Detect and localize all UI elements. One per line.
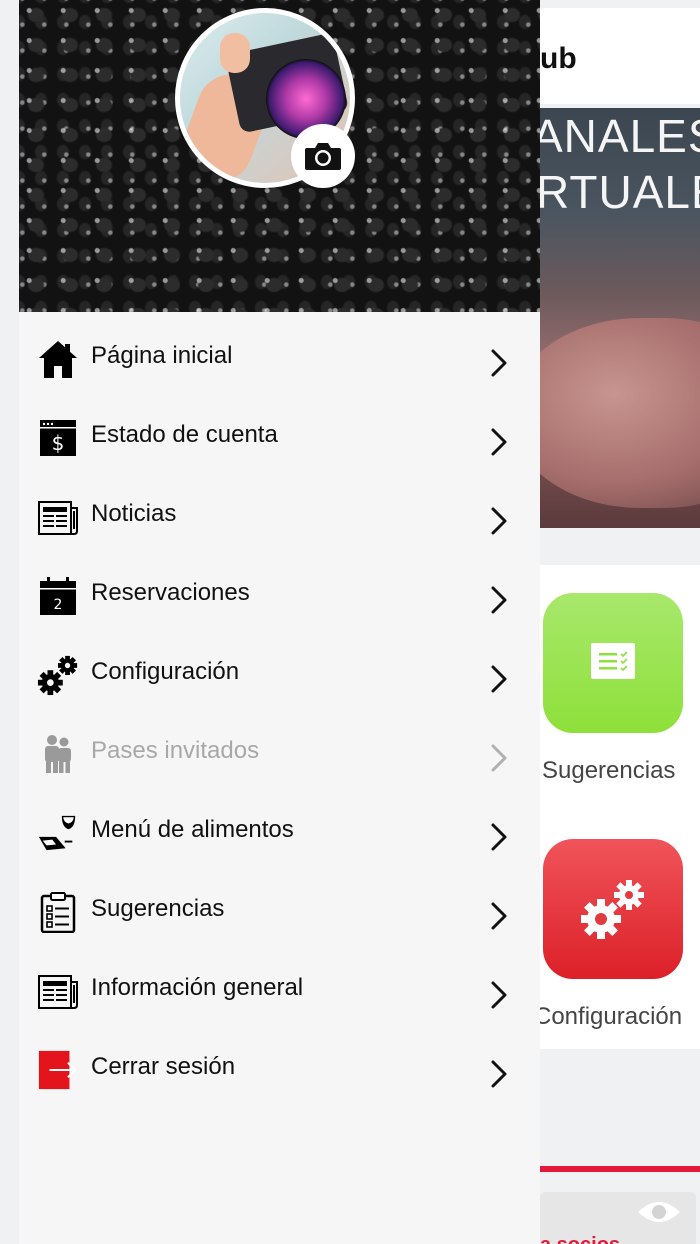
menu-label: Sugerencias xyxy=(91,895,225,922)
sugerencias-tile-label: Sugerencias xyxy=(542,757,676,784)
gears-icon xyxy=(37,654,79,696)
chevron-right-icon xyxy=(491,902,507,930)
menu-item-informacion-general[interactable]: Información general xyxy=(19,950,540,1029)
menu-item-configuracion[interactable]: Configuración xyxy=(19,634,540,713)
chevron-right-icon xyxy=(491,349,507,377)
menu-label: Información general xyxy=(91,974,304,1001)
menu-label: Página inicial xyxy=(91,342,233,369)
app-header: ub xyxy=(540,8,700,104)
svg-text:$: $ xyxy=(52,431,65,455)
calendar-icon: 2 xyxy=(37,575,79,617)
menu-label: Cerrar sesión xyxy=(91,1053,236,1080)
menu-label: Estado de cuenta xyxy=(91,421,278,448)
notice-text: a socios xyxy=(540,1234,620,1244)
account-statement-icon: $ xyxy=(37,417,79,459)
menu-item-sugerencias[interactable]: Sugerencias xyxy=(19,871,540,950)
food-menu-icon xyxy=(37,812,79,854)
drawer-header xyxy=(19,0,540,312)
accent-divider xyxy=(540,1166,700,1172)
shortcut-grid: Sugerencias Configuración xyxy=(534,565,700,1049)
menu-label: Configuración xyxy=(91,658,240,685)
avatar-photo-finger xyxy=(220,33,250,73)
menu-label: Noticias xyxy=(91,500,177,527)
menu-label: Menú de alimentos xyxy=(91,816,294,843)
notice-card[interactable]: a socios xyxy=(540,1192,696,1244)
logout-icon xyxy=(37,1049,79,1091)
chevron-right-icon xyxy=(491,586,507,614)
menu-item-reservaciones[interactable]: 2 Reservaciones xyxy=(19,555,540,634)
newspaper-icon xyxy=(37,496,79,538)
chevron-right-icon xyxy=(491,428,507,456)
banner-line-2: RTUALE xyxy=(540,166,700,218)
configuracion-tile-label: Configuración xyxy=(534,1003,683,1030)
drawer-menu: Página inicial $ Estado de cuenta Notici… xyxy=(19,318,540,1108)
change-photo-button[interactable] xyxy=(291,124,355,188)
chevron-right-icon xyxy=(491,744,507,772)
menu-item-cerrar-sesion[interactable]: Cerrar sesión xyxy=(19,1029,540,1108)
navigation-drawer: Página inicial $ Estado de cuenta Notici… xyxy=(19,0,540,1244)
menu-label: Reservaciones xyxy=(91,579,250,606)
chevron-right-icon xyxy=(491,1060,507,1088)
chevron-right-icon xyxy=(491,507,507,535)
chevron-right-icon xyxy=(491,823,507,851)
eye-icon xyxy=(638,1202,680,1222)
chevron-right-icon xyxy=(491,981,507,1009)
chevron-right-icon xyxy=(491,665,507,693)
banner-text: ANALES RTUALE xyxy=(540,108,700,220)
menu-item-menu-de-alimentos[interactable]: Menú de alimentos xyxy=(19,792,540,871)
menu-item-noticias[interactable]: Noticias xyxy=(19,476,540,555)
guests-icon xyxy=(37,733,79,775)
menu-label: Pases invitados xyxy=(91,737,260,764)
gears-icon xyxy=(581,880,644,939)
home-icon xyxy=(37,338,79,380)
banner-image-hand xyxy=(540,318,700,508)
camera-icon xyxy=(305,143,341,170)
checklist-icon xyxy=(591,643,635,679)
clipboard-icon xyxy=(37,891,79,933)
menu-item-estado-de-cuenta[interactable]: $ Estado de cuenta xyxy=(19,397,540,476)
calendar-day: 2 xyxy=(54,597,63,613)
newspaper-icon xyxy=(37,970,79,1012)
menu-item-pases-invitados[interactable]: Pases invitados xyxy=(19,713,540,792)
promo-banner[interactable]: ANALES RTUALE xyxy=(540,108,700,528)
sugerencias-tile[interactable] xyxy=(543,593,683,733)
banner-line-1: ANALES xyxy=(540,110,700,162)
app-title: ub xyxy=(540,42,577,75)
menu-item-pagina-inicial[interactable]: Página inicial xyxy=(19,318,540,397)
configuracion-tile[interactable] xyxy=(543,839,683,979)
